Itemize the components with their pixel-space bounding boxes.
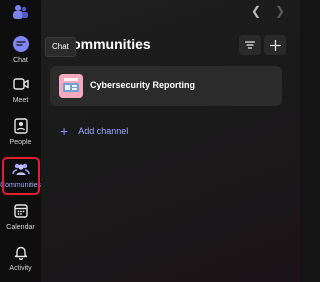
video-camera-icon <box>10 73 32 95</box>
community-avatar <box>59 74 83 98</box>
add-channel-label: Add channel <box>78 126 129 136</box>
tooltip: Chat <box>45 37 76 57</box>
community-item[interactable]: Cybersecurity Reporting <box>50 66 282 106</box>
back-arrow-icon[interactable]: ❮ <box>249 4 263 18</box>
selection-highlight <box>2 157 40 195</box>
add-channel-link[interactable]: + Add channel <box>60 124 128 138</box>
person-card-icon <box>10 115 32 137</box>
bell-icon <box>10 241 32 263</box>
forward-arrow-icon[interactable]: ❯ <box>273 4 287 18</box>
rail-item-people[interactable]: People <box>0 115 41 155</box>
rail-item-label: Calendar <box>6 224 35 231</box>
add-button[interactable] <box>264 35 286 55</box>
filter-icon <box>245 41 255 49</box>
rail-item-label: Activity <box>9 265 32 272</box>
plus-icon <box>269 39 281 51</box>
rail-item-meet[interactable]: Meet <box>0 73 41 113</box>
rail-item-calendar[interactable]: Calendar <box>0 200 41 240</box>
app-rail: Chat Meet People Communities Calendar Ac… <box>0 0 41 282</box>
rail-item-label: People <box>9 139 32 146</box>
chat-icon <box>10 33 32 55</box>
community-name: Cybersecurity Reporting <box>90 80 196 90</box>
plus-icon: + <box>60 123 69 139</box>
rail-item-label: Meet <box>12 97 29 104</box>
rail-item-label: Chat <box>13 57 28 64</box>
filter-button[interactable] <box>239 35 261 55</box>
rail-item-chat[interactable]: Chat <box>0 33 41 73</box>
teams-logo-icon[interactable] <box>10 3 30 21</box>
calendar-icon <box>10 200 32 222</box>
rail-item-activity[interactable]: Activity <box>0 241 41 281</box>
history-navigation: ❮ ❯ <box>249 4 287 18</box>
